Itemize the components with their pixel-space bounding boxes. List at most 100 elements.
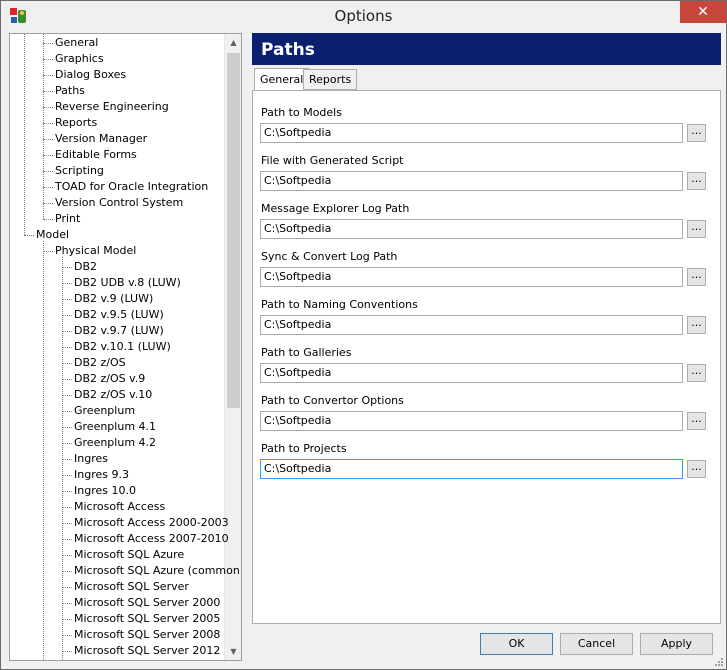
tree-item[interactable]: DB2 v.9.7 (LUW) [74, 323, 164, 339]
tree-item[interactable]: DB2 v.9 (LUW) [74, 291, 153, 307]
tree-item[interactable]: General [55, 35, 98, 51]
tree-connector [43, 155, 53, 156]
tree-connector [62, 475, 72, 476]
tree-connector [62, 635, 72, 636]
title-bar[interactable]: Options ✕ [1, 1, 726, 31]
tree-item[interactable]: Version Manager [55, 131, 147, 147]
tree-item[interactable]: Reverse Engineering [55, 99, 169, 115]
path-field-label: File with Generated Script [261, 154, 404, 167]
tree-item[interactable]: Microsoft SQL Azure (common) [74, 563, 241, 579]
tree-item[interactable]: DB2 UDB v.8 (LUW) [74, 275, 181, 291]
path-input[interactable]: C:\Softpedia [260, 123, 683, 143]
tree-item[interactable]: Graphics [55, 51, 104, 67]
panel-header: Paths [252, 33, 721, 65]
path-field-label: Path to Projects [261, 442, 347, 455]
browse-button[interactable]: ... [687, 412, 706, 430]
tree-item[interactable]: Scripting [55, 163, 104, 179]
tree-item[interactable]: Microsoft SQL Server 2008 [74, 627, 220, 643]
scrollbar-thumb[interactable] [227, 53, 240, 408]
tree-item[interactable]: Greenplum 4.2 [74, 435, 156, 451]
tree-item[interactable]: Microsoft SQL Server 2000 [74, 595, 220, 611]
tree-connector [62, 651, 72, 652]
tree-item[interactable]: Physical Model [55, 243, 136, 259]
path-field-label: Path to Galleries [261, 346, 352, 359]
browse-button[interactable]: ... [687, 172, 706, 190]
browse-button[interactable]: ... [687, 460, 706, 478]
tree-item[interactable]: Reports [55, 115, 97, 131]
browse-button[interactable]: ... [687, 220, 706, 238]
tree-item[interactable]: Microsoft SQL Server [74, 579, 189, 595]
tree-item[interactable]: TOAD for Oracle Integration [55, 179, 208, 195]
tree-connector [43, 75, 53, 76]
tree-connector [62, 571, 72, 572]
path-input[interactable]: C:\Softpedia [260, 267, 683, 287]
tree-connector [43, 203, 53, 204]
tree-item[interactable]: Microsoft Access [74, 499, 165, 515]
tree-connector [62, 411, 72, 412]
browse-button[interactable]: ... [687, 268, 706, 286]
tree-item[interactable]: Paths [55, 83, 85, 99]
tree-connector [62, 283, 72, 284]
tree-connector [62, 299, 72, 300]
tree-connector [62, 603, 72, 604]
general-tab-content: Path to Models C:\Softpedia... File with G… [252, 90, 721, 624]
tree-connector [43, 107, 53, 108]
tree-connector [62, 379, 72, 380]
tree-connector [43, 91, 53, 92]
tree-connector [62, 555, 72, 556]
tree-item[interactable]: Ingres 9.3 [74, 467, 129, 483]
apply-button[interactable]: Apply [640, 633, 713, 655]
tree-guide-line [24, 34, 25, 235]
tree-item[interactable]: Microsoft Access 2000-2003 [74, 515, 229, 531]
tree-item[interactable]: Microsoft SQL Server 2012 [74, 643, 220, 659]
tree-connector [62, 363, 72, 364]
tree-connector [62, 331, 72, 332]
path-input[interactable]: C:\Softpedia [260, 219, 683, 239]
tree-item[interactable]: Ingres [74, 451, 108, 467]
tree-item[interactable]: Greenplum 4.1 [74, 419, 156, 435]
tree-item[interactable]: DB2 z/OS [74, 355, 126, 371]
tree-item[interactable]: DB2 [74, 259, 97, 275]
tree-item[interactable]: Version Control System [55, 195, 183, 211]
tree-connector [43, 251, 53, 252]
tree-item[interactable]: DB2 z/OS v.9 [74, 371, 145, 387]
tree-item[interactable]: Editable Forms [55, 147, 137, 163]
cancel-button[interactable]: Cancel [560, 633, 633, 655]
options-tree[interactable]: ▲ ▼ General Graphics Dialog Boxes Paths Reve… [9, 33, 242, 661]
options-window: Options ✕ ▲ ▼ General Graphics Dialog Boxe… [0, 0, 727, 670]
tree-item[interactable]: Microsoft SQL Azure [74, 547, 184, 563]
tree-connector [62, 459, 72, 460]
tree-connector [43, 187, 53, 188]
browse-button[interactable]: ... [687, 316, 706, 334]
tree-connector [62, 507, 72, 508]
browse-button[interactable]: ... [687, 124, 706, 142]
tab-general[interactable]: General [254, 68, 310, 90]
window-title: Options [334, 7, 393, 25]
scroll-up-arrow-icon[interactable]: ▲ [225, 34, 241, 51]
path-input[interactable]: C:\Softpedia [260, 459, 683, 479]
tree-item[interactable]: Microsoft Access 2007-2010 [74, 531, 229, 547]
tree-item[interactable]: Print [55, 211, 80, 227]
ok-button[interactable]: OK [480, 633, 553, 655]
path-input[interactable]: C:\Softpedia [260, 363, 683, 383]
tree-item[interactable]: Model [36, 227, 69, 243]
close-button[interactable]: ✕ [680, 1, 726, 23]
browse-button[interactable]: ... [687, 364, 706, 382]
path-input[interactable]: C:\Softpedia [260, 411, 683, 431]
tree-item[interactable]: DB2 z/OS v.10 [74, 387, 152, 403]
tree-guide-line [43, 241, 44, 660]
tree-connector [62, 315, 72, 316]
close-icon: ✕ [697, 4, 709, 20]
tree-connector [24, 235, 34, 236]
tab-reports[interactable]: Reports [303, 69, 358, 90]
tree-item[interactable]: Microsoft SQL Server 2005 [74, 611, 220, 627]
tree-item[interactable]: Dialog Boxes [55, 67, 126, 83]
tree-item[interactable]: DB2 v.10.1 (LUW) [74, 339, 171, 355]
tree-item[interactable]: Greenplum [74, 403, 135, 419]
path-input[interactable]: C:\Softpedia [260, 171, 683, 191]
scroll-down-arrow-icon[interactable]: ▼ [225, 643, 241, 660]
tree-item[interactable]: Ingres 10.0 [74, 483, 136, 499]
path-input[interactable]: C:\Softpedia [260, 315, 683, 335]
tree-item[interactable]: DB2 v.9.5 (LUW) [74, 307, 164, 323]
resize-grip-icon[interactable] [714, 657, 724, 667]
